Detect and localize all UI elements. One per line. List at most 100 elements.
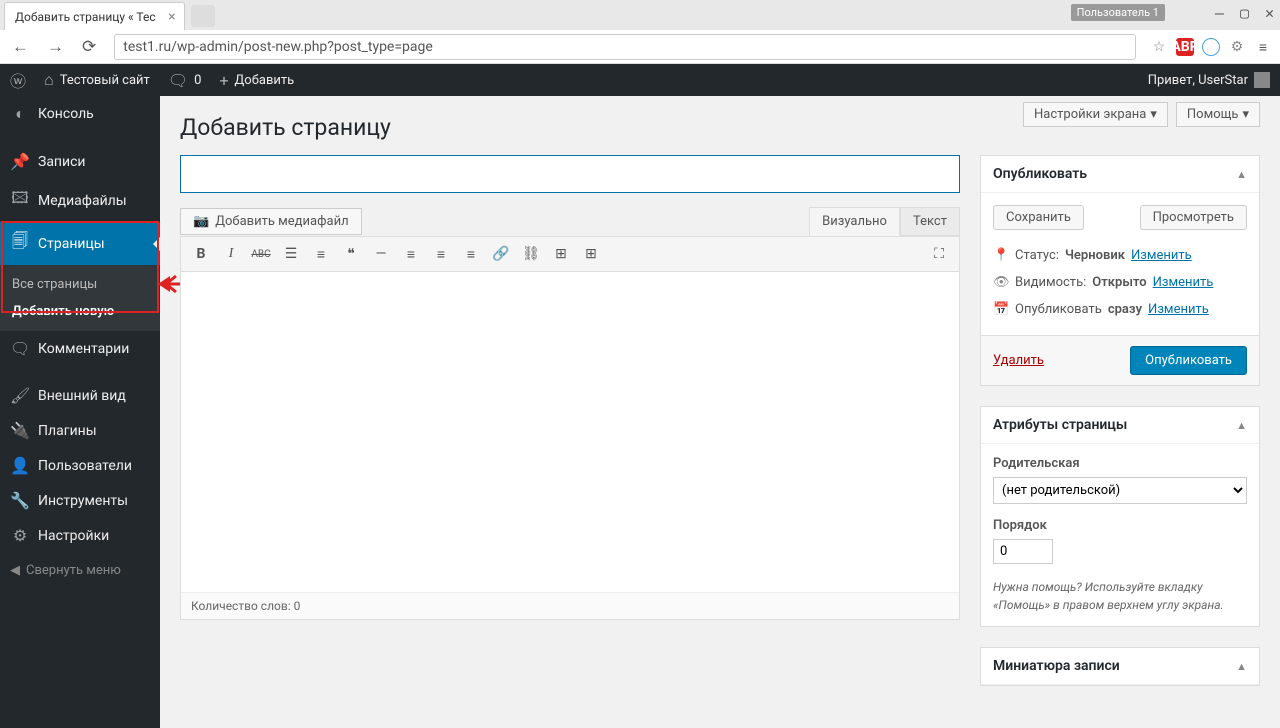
camera-icon: 📷	[193, 214, 209, 229]
key-icon: 📍	[993, 248, 1009, 263]
wp-logo[interactable]: ⓦ	[10, 68, 26, 92]
media-icon: 🖾	[10, 187, 30, 214]
calendar-icon: 📅	[993, 302, 1009, 317]
edit-date-link[interactable]: Изменить	[1148, 302, 1209, 317]
plus-icon: +	[219, 71, 228, 90]
bookmark-icon[interactable]: ☆	[1150, 38, 1168, 56]
pages-icon: 🗐	[10, 230, 30, 257]
add-media-button[interactable]: 📷Добавить медиафайл	[180, 208, 362, 235]
parent-select[interactable]: (нет родительской)	[993, 477, 1247, 504]
brush-icon: 🖌	[10, 386, 30, 405]
save-draft-button[interactable]: Сохранить	[993, 205, 1084, 230]
bullet-list-button[interactable]: ☰	[277, 241, 305, 267]
close-window-icon[interactable]: ✕	[1265, 4, 1274, 22]
avatar	[1254, 72, 1270, 88]
browser-chrome: Добавить страницу « Тес × Пользователь 1…	[0, 0, 1280, 64]
publish-header[interactable]: Опубликовать▲	[981, 156, 1259, 193]
users-icon: 👤	[10, 456, 30, 475]
delete-link[interactable]: Удалить	[993, 353, 1044, 368]
menu-plugins[interactable]: 🔌Плагины	[0, 413, 160, 448]
window-controls: — ▢ ✕	[1215, 4, 1274, 22]
maximize-icon[interactable]: ▢	[1240, 4, 1249, 22]
collapse-icon: ◀	[10, 563, 20, 578]
gear-icon[interactable]: ⚙	[1228, 38, 1246, 56]
submenu-pages: Все страницы Добавить новую	[0, 265, 160, 331]
address-bar: ← → ⟳ ☆ ABP ⚙ ≡	[0, 30, 1280, 64]
comment-icon: 🗨	[10, 339, 30, 358]
forward-icon[interactable]: →	[43, 37, 68, 57]
chevron-down-icon: ▾	[1150, 107, 1157, 122]
abp-icon[interactable]: ABP	[1176, 38, 1194, 56]
featured-image-box: Миниатюра записи▲	[980, 647, 1260, 686]
menu-settings[interactable]: ⚙Настройки	[0, 518, 160, 553]
add-new[interactable]: +Добавить	[219, 71, 294, 90]
home-icon: ⌂	[44, 70, 54, 90]
plug-icon: 🔌	[10, 421, 30, 440]
site-link[interactable]: ⌂Тестовый сайт	[44, 70, 150, 90]
unlink-button[interactable]: ⛓	[517, 241, 545, 267]
comments-link[interactable]: 🗨0	[168, 71, 202, 90]
post-title-input[interactable]	[180, 155, 960, 193]
profile-badge[interactable]: Пользователь 1	[1071, 4, 1165, 21]
fullscreen-button[interactable]: ⛶	[925, 241, 953, 267]
link-button[interactable]: 🔗	[487, 241, 515, 267]
edit-status-link[interactable]: Изменить	[1131, 248, 1192, 263]
main-content: Настройки экрана ▾ Помощь ▾ Добавить стр…	[160, 96, 1280, 728]
submenu-add-page[interactable]: Добавить новую	[0, 298, 160, 325]
edit-visibility-link[interactable]: Изменить	[1153, 275, 1214, 290]
menu-comments[interactable]: 🗨Комментарии	[0, 331, 160, 366]
thumb-header[interactable]: Миниатюра записи▲	[981, 648, 1259, 685]
vpn-icon[interactable]	[1202, 38, 1220, 56]
submenu-all-pages[interactable]: Все страницы	[0, 271, 160, 298]
editor-content[interactable]	[181, 272, 959, 592]
admin-sidebar: ◐Консоль 📌Записи 🖾Медиафайлы 🗐Страницы В…	[0, 96, 160, 728]
hr-button[interactable]: —	[367, 241, 395, 267]
reload-icon[interactable]: ⟳	[78, 37, 100, 57]
page-attributes-box: Атрибуты страницы▲ Родительская (нет род…	[980, 406, 1260, 627]
menu-appearance[interactable]: 🖌Внешний вид	[0, 378, 160, 413]
tab-visual[interactable]: Визуально	[809, 207, 900, 236]
screen-options-button[interactable]: Настройки экрана ▾	[1023, 102, 1168, 127]
pin-icon: 📌	[10, 152, 30, 171]
strike-button[interactable]: ABC	[247, 241, 275, 267]
new-tab-button[interactable]	[191, 5, 215, 27]
tab-title: Добавить страницу « Тес	[15, 10, 156, 24]
menu-dashboard[interactable]: ◐Консоль	[0, 96, 160, 132]
number-list-button[interactable]: ≡	[307, 241, 335, 267]
editor-toolbar: B I ABC ☰ ≡ ❝ — ≡ ≡ ≡ 🔗 ⛓ ⊞ ⊞ ⛶	[181, 237, 959, 272]
close-icon[interactable]: ×	[168, 9, 175, 25]
tab-bar: Добавить страницу « Тес × Пользователь 1…	[0, 0, 1280, 30]
italic-button[interactable]: I	[217, 241, 245, 267]
help-button[interactable]: Помощь ▾	[1176, 102, 1260, 127]
browser-tab[interactable]: Добавить страницу « Тес ×	[4, 2, 185, 30]
admin-bar: ⓦ ⌂Тестовый сайт 🗨0 +Добавить Привет, Us…	[0, 64, 1280, 96]
menu-tools[interactable]: 🔧Инструменты	[0, 483, 160, 518]
comment-icon: 🗨	[168, 71, 188, 90]
menu-icon[interactable]: ≡	[1254, 38, 1272, 56]
back-icon[interactable]: ←	[8, 37, 33, 57]
align-left-button[interactable]: ≡	[397, 241, 425, 267]
menu-users[interactable]: 👤Пользователи	[0, 448, 160, 483]
minimize-icon[interactable]: —	[1215, 4, 1224, 22]
menu-pages[interactable]: 🗐Страницы	[0, 222, 160, 265]
quote-button[interactable]: ❝	[337, 241, 365, 267]
wordpress-icon: ⓦ	[10, 68, 26, 92]
preview-button[interactable]: Просмотреть	[1140, 205, 1247, 230]
kitchensink-button[interactable]: ⊞	[577, 241, 605, 267]
collapse-menu[interactable]: ◀Свернуть меню	[0, 553, 160, 588]
editor: B I ABC ☰ ≡ ❝ — ≡ ≡ ≡ 🔗 ⛓ ⊞ ⊞ ⛶	[180, 236, 960, 620]
menu-media[interactable]: 🖾Медиафайлы	[0, 179, 160, 222]
menu-posts[interactable]: 📌Записи	[0, 144, 160, 179]
user-menu[interactable]: Привет, UserStar	[1148, 72, 1270, 88]
sliders-icon: ⚙	[10, 526, 30, 545]
align-center-button[interactable]: ≡	[427, 241, 455, 267]
order-input[interactable]	[993, 539, 1053, 564]
align-right-button[interactable]: ≡	[457, 241, 485, 267]
publish-button[interactable]: Опубликовать	[1130, 346, 1247, 375]
attributes-header[interactable]: Атрибуты страницы▲	[981, 407, 1259, 444]
tab-text[interactable]: Текст	[900, 207, 960, 236]
url-input[interactable]	[114, 34, 1136, 60]
readmore-button[interactable]: ⊞	[547, 241, 575, 267]
chevron-down-icon: ▾	[1242, 107, 1249, 122]
bold-button[interactable]: B	[187, 241, 215, 267]
